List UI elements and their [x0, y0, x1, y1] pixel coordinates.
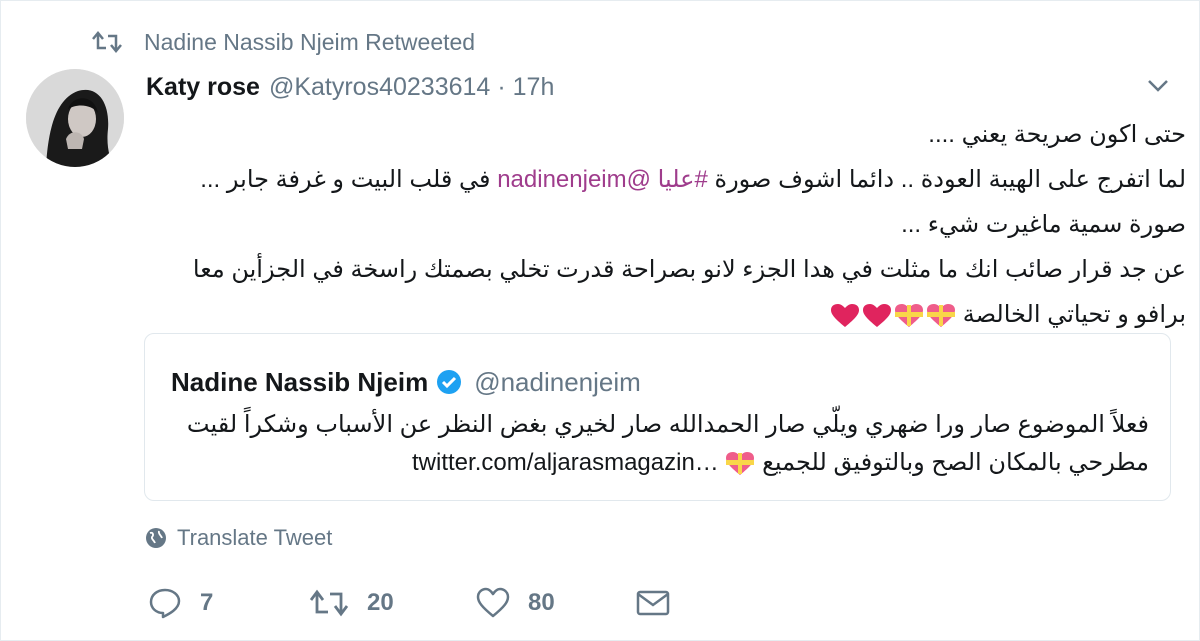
hashtag-link[interactable]: #عليا: [658, 166, 708, 193]
quoted-author-handle[interactable]: @nadinenjeim: [474, 367, 641, 398]
tweet-line-2-start: لما اتفرج على الهيبة العودة .. دائما اشو…: [707, 166, 1186, 193]
retweet-icon: [309, 589, 349, 617]
quoted-line-2-text: مطرحي بالمكان الصح وبالتوفيق للجميع: [762, 449, 1149, 476]
reply-icon: [149, 588, 181, 619]
avatar[interactable]: [26, 69, 124, 167]
retweet-context: Nadine Nassib Njeim Retweeted: [92, 27, 475, 57]
like-count: 80: [528, 589, 555, 616]
quoted-link[interactable]: twitter.com/aljarasmagazin…: [412, 449, 719, 476]
tweet-line-4: عن جد قرار صائب انك ما مثلت في هدا الجزء…: [192, 256, 1186, 283]
ribbon-heart-icon: [927, 303, 956, 327]
quoted-tweet[interactable]: Nadine Nassib Njeim @nadinenjeim فعلاً ا…: [144, 333, 1171, 501]
translate-tweet-button[interactable]: Translate Tweet: [145, 522, 332, 554]
emoji-hearts: [830, 303, 956, 329]
red-heart-icon: [831, 303, 860, 327]
tweet-header: Katy rose @Katyros40233614 · 17h: [146, 70, 554, 104]
red-heart-icon: [863, 303, 892, 327]
globe-icon: [146, 528, 166, 548]
tweet-line-5-text: برافو و تحياتي الخالصة: [962, 301, 1186, 328]
tweet-text: حتى اكون صريحة يعني .... لما اتفرج على ا…: [146, 112, 1186, 337]
retweet-icon: [92, 31, 122, 53]
tweet-line-2-end: في قلب البيت و غرفة جابر ...: [200, 166, 498, 193]
quoted-line-1: فعلاً الموضوع صار ورا ضهري ويلّي صار الح…: [186, 411, 1149, 438]
chevron-down-icon[interactable]: [1144, 74, 1172, 96]
ribbon-heart-icon: [726, 451, 755, 475]
reply-button[interactable]: 7: [148, 587, 213, 619]
like-button[interactable]: 80: [476, 587, 555, 619]
tweet-line-5: برافو و تحياتي الخالصة: [146, 292, 1186, 337]
header-separator: ·: [497, 72, 506, 101]
direct-message-button[interactable]: [636, 587, 670, 619]
verified-badge-icon: [437, 370, 462, 394]
author-name[interactable]: Katy rose: [146, 73, 260, 102]
envelope-icon: [636, 590, 670, 616]
ribbon-heart-icon: [895, 303, 924, 327]
quoted-tweet-text: فعلاً الموضوع صار ورا ضهري ويلّي صار الح…: [165, 406, 1149, 482]
quoted-line-2: مطرحي بالمكان الصح وبالتوفيق للجميع twit…: [165, 444, 1149, 482]
retweet-context-text[interactable]: Nadine Nassib Njeim Retweeted: [144, 29, 475, 56]
retweet-button[interactable]: 20: [309, 587, 394, 619]
tweet-line-2: لما اتفرج على الهيبة العودة .. دائما اشو…: [146, 157, 1186, 202]
quoted-author-name[interactable]: Nadine Nassib Njeim: [171, 367, 428, 398]
tweet-line-3: صورة سمية ماغيرت شيء ...: [901, 211, 1186, 238]
translate-label: Translate Tweet: [177, 525, 333, 550]
tweet-timestamp[interactable]: 17h: [513, 73, 555, 102]
reply-count: 7: [200, 589, 214, 616]
heart-outline-icon: [476, 587, 510, 618]
mention-link[interactable]: @nadinenjeim: [497, 166, 651, 193]
retweet-count: 20: [367, 589, 394, 616]
author-handle[interactable]: @Katyros40233614: [269, 73, 490, 102]
tweet-line-1: حتى اكون صريحة يعني ....: [928, 121, 1186, 148]
quoted-tweet-header: Nadine Nassib Njeim @nadinenjeim: [171, 364, 641, 400]
